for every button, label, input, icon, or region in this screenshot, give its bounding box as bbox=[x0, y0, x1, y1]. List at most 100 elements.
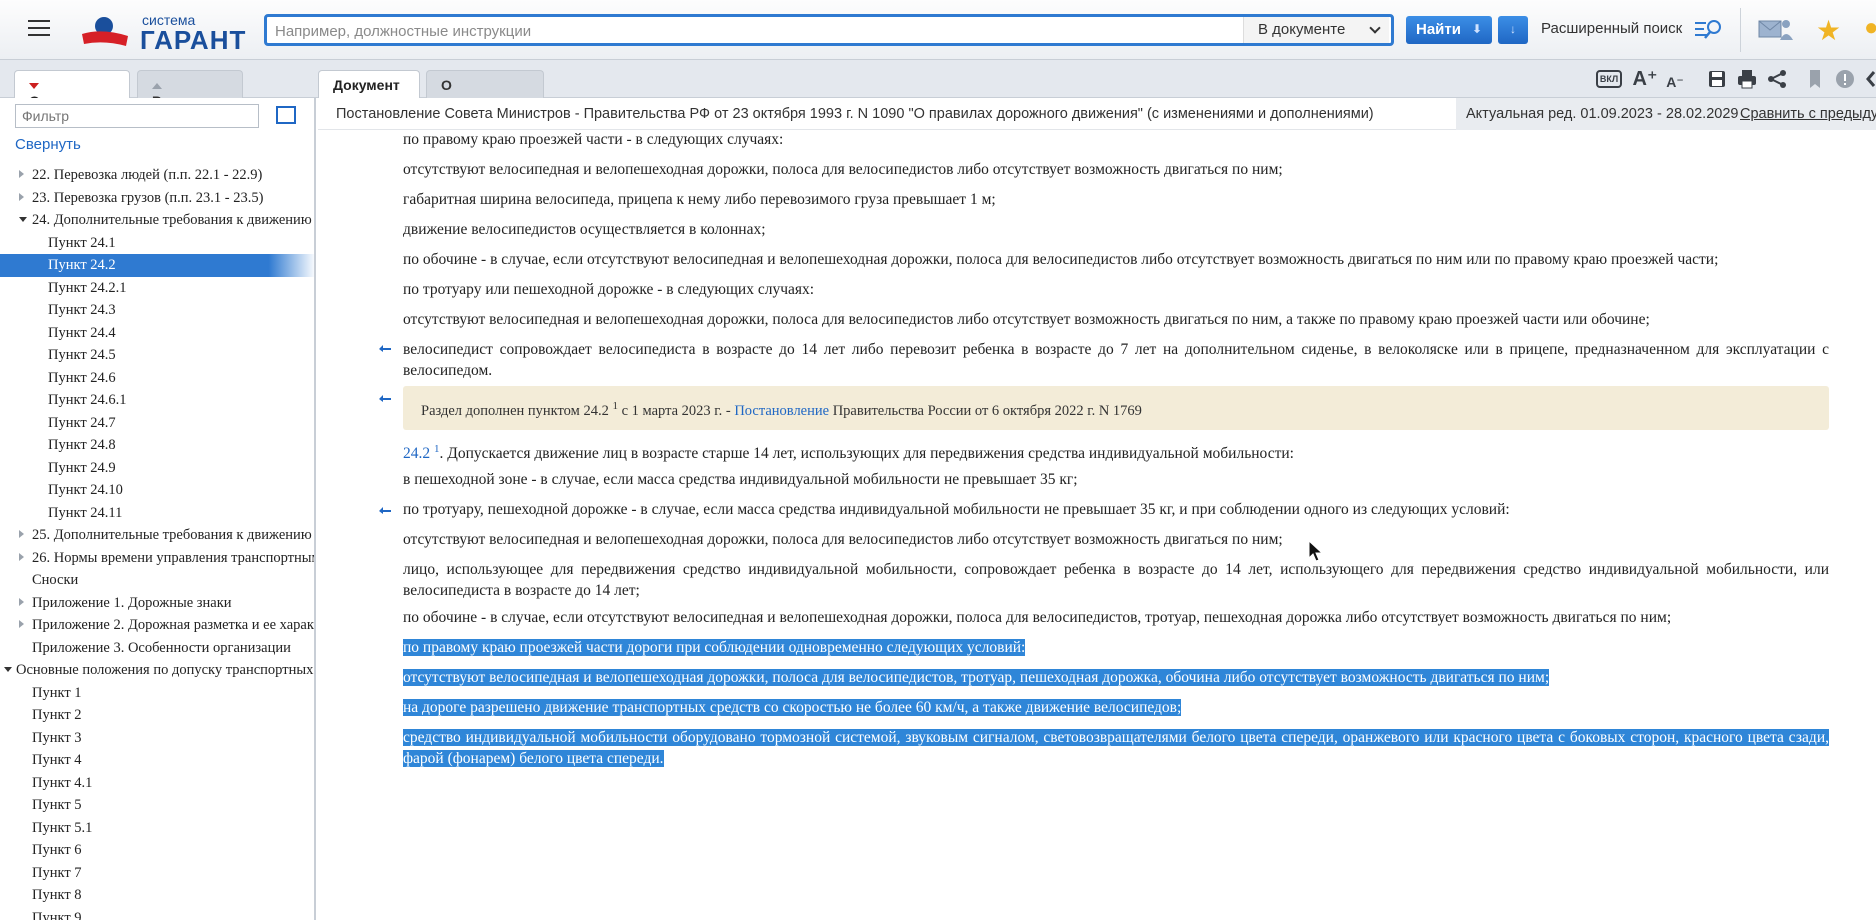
search-scope-select[interactable]: В документе bbox=[1243, 17, 1389, 43]
toc-item[interactable]: Пункт 24.2 bbox=[0, 254, 314, 277]
toc-sync-icon[interactable] bbox=[276, 106, 296, 124]
doc-paragraph: в пешеходной зоне - в случае, если масса… bbox=[403, 471, 1078, 488]
toc-item[interactable]: Пункт 24.11 bbox=[0, 502, 314, 525]
compare-link[interactable]: Сравнить с предыдущей bbox=[1740, 106, 1876, 122]
toc-item[interactable]: Пункт 24.3 bbox=[0, 299, 314, 322]
toc-item-label: 26. Нормы времени управления транспортны… bbox=[32, 549, 316, 566]
toc-item[interactable]: Пункт 24.1 bbox=[0, 232, 314, 255]
tabs-bar: Оглавление Редакции Документ О документе bbox=[0, 60, 1876, 109]
doc-paragraph: отсутствуют велосипедная и велопешеходна… bbox=[403, 311, 1650, 328]
info-icon[interactable] bbox=[1832, 66, 1858, 92]
garant-logo[interactable]: система ГАРАНТ bbox=[82, 10, 245, 55]
toc-item-label: Пункт 24.2.1 bbox=[48, 279, 127, 296]
toc-item[interactable]: Приложение 3. Особенности организации bbox=[0, 637, 314, 660]
toggle-button[interactable]: ВКЛ bbox=[1596, 70, 1622, 88]
mail-icon[interactable] bbox=[1758, 16, 1794, 42]
tab-editions[interactable]: Редакции bbox=[137, 70, 243, 109]
bookmark-icon[interactable] bbox=[1802, 66, 1828, 92]
find-button[interactable]: Найти ⬇ bbox=[1406, 16, 1492, 44]
toc-item-label: Пункт 24.5 bbox=[48, 347, 116, 363]
collapsed-arrow-icon[interactable] bbox=[19, 530, 24, 538]
toc-item-label: Пункт 24.1 bbox=[48, 234, 116, 251]
toc-item[interactable]: Пункт 24.8 bbox=[0, 434, 314, 457]
toc-item[interactable]: Приложение 1. Дорожные знаки bbox=[0, 592, 314, 615]
toc-item-label: Пункт 24.7 bbox=[48, 414, 116, 431]
change-mark-icon[interactable] bbox=[378, 505, 392, 515]
search-input[interactable] bbox=[275, 21, 1235, 41]
more-icon[interactable]: ● bbox=[1864, 14, 1876, 42]
toc-item[interactable]: Пункт 5.1 bbox=[0, 817, 314, 840]
toc-item[interactable]: 25. Дополнительные требования к движению… bbox=[0, 524, 314, 547]
advanced-search-icon[interactable] bbox=[1694, 18, 1724, 40]
toc-item-label: Пункт 24.2 bbox=[48, 257, 116, 273]
doc-paragraph: отсутствуют велосипедная и велопешеходна… bbox=[403, 531, 1283, 548]
favorites-star-icon[interactable]: ★ bbox=[1816, 14, 1841, 47]
toc-item[interactable]: Пункт 24.9 bbox=[0, 457, 314, 480]
toc-item[interactable]: Пункт 2 bbox=[0, 704, 314, 727]
collapsed-arrow-icon[interactable] bbox=[19, 552, 24, 561]
toc-item-label: Пункт 24.9 bbox=[48, 459, 116, 476]
toc-item[interactable]: 23. Перевозка грузов (п.п. 23.1 - 23.5) bbox=[0, 187, 314, 210]
save-icon[interactable] bbox=[1704, 66, 1730, 92]
point-number-link[interactable]: 24.2 1 bbox=[403, 443, 440, 462]
toc-item[interactable]: Сноски bbox=[0, 569, 314, 592]
share-icon[interactable] bbox=[1764, 66, 1790, 92]
menu-icon[interactable] bbox=[28, 20, 50, 38]
toc-item[interactable]: 24. Дополнительные требования к движению… bbox=[0, 209, 314, 232]
toc-item[interactable]: 22. Перевозка людей (п.п. 22.1 - 22.9) bbox=[0, 164, 314, 187]
collapsed-arrow-icon[interactable] bbox=[19, 192, 24, 201]
toc-item[interactable]: Пункт 24.10 bbox=[0, 479, 314, 502]
tab-about-document[interactable]: О документе bbox=[426, 70, 544, 109]
toc-item[interactable]: Приложение 2. Дорожная разметка и ее хар… bbox=[0, 614, 314, 637]
toc-item[interactable]: Пункт 8 bbox=[0, 884, 314, 907]
edition-label[interactable]: Актуальная ред. 01.09.2023 - 28.02.2029 bbox=[1466, 106, 1738, 122]
toc-item[interactable]: Пункт 24.2.1 bbox=[0, 277, 314, 300]
collapse-panel-icon[interactable] bbox=[1860, 66, 1876, 92]
toc-item[interactable]: Пункт 5 bbox=[0, 794, 314, 817]
toc-item[interactable]: Пункт 4 bbox=[0, 749, 314, 772]
expanded-arrow-icon[interactable] bbox=[19, 217, 27, 222]
advanced-search-link[interactable]: Расширенный поиск bbox=[1541, 20, 1682, 37]
toc-item-label: Пункт 9 bbox=[32, 909, 82, 920]
collapsed-arrow-icon[interactable] bbox=[19, 597, 24, 606]
toc-list: 22. Перевозка людей (п.п. 22.1 - 22.9) 23… bbox=[0, 164, 316, 920]
toc-item[interactable]: Пункт 3 bbox=[0, 727, 314, 750]
toc-item[interactable]: Пункт 6 bbox=[0, 839, 314, 862]
toc-item-label: Пункт 1 bbox=[32, 684, 82, 701]
note-resolution-link[interactable]: Постановление bbox=[734, 403, 829, 419]
toc-item[interactable]: Пункт 24.6 bbox=[0, 367, 314, 390]
toc-item[interactable]: Пункт 1 bbox=[0, 682, 314, 705]
print-icon[interactable] bbox=[1734, 66, 1760, 92]
toc-item[interactable]: Основные положения по допуску транспортн… bbox=[0, 659, 314, 682]
toc-item[interactable]: Пункт 4.1 bbox=[0, 772, 314, 795]
font-increase-button[interactable]: A⁺ bbox=[1632, 66, 1658, 92]
toc-item[interactable]: Пункт 24.5 bbox=[0, 344, 314, 367]
change-mark-icon[interactable] bbox=[378, 343, 392, 353]
toc-item-label: 22. Перевозка людей (п.п. 22.1 - 22.9) bbox=[32, 167, 263, 183]
toc-filter-input[interactable] bbox=[15, 104, 259, 128]
tab-contents[interactable]: Оглавление bbox=[14, 70, 130, 109]
change-mark-icon[interactable] bbox=[378, 393, 392, 403]
toc-item-label: Пункт 5.1 bbox=[32, 819, 93, 836]
top-header: система ГАРАНТ В документе Найти ⬇ ↓ Рас… bbox=[0, 0, 1876, 60]
collapse-link[interactable]: Свернуть bbox=[15, 136, 81, 153]
edition-box: Актуальная ред. 01.09.2023 - 28.02.2029 … bbox=[1456, 98, 1876, 130]
toc-item[interactable]: Пункт 24.4 bbox=[0, 322, 314, 345]
toc-item-label: Пункт 24.8 bbox=[48, 437, 116, 453]
toc-item[interactable]: Пункт 9 bbox=[0, 907, 314, 920]
font-decrease-button[interactable]: A⁻ bbox=[1662, 69, 1688, 95]
tab-document[interactable]: Документ bbox=[318, 70, 420, 98]
collapsed-arrow-icon[interactable] bbox=[19, 170, 24, 178]
toc-item[interactable]: 26. Нормы времени управления транспортны… bbox=[0, 547, 316, 570]
toc-item[interactable]: Пункт 24.7 bbox=[0, 412, 314, 435]
document-title-bar: Постановление Совета Министров - Правите… bbox=[318, 98, 1876, 130]
find-options-button[interactable]: ↓ bbox=[1498, 16, 1528, 44]
find-options-label: ↓ bbox=[1510, 22, 1516, 36]
toc-item-label: Пункт 24.6.1 bbox=[48, 392, 127, 408]
toc-item[interactable]: Пункт 24.6.1 bbox=[0, 389, 314, 412]
collapsed-arrow-icon[interactable] bbox=[19, 620, 24, 628]
toc-item-label: Сноски bbox=[32, 572, 79, 588]
toc-item[interactable]: Пункт 7 bbox=[0, 862, 314, 885]
expanded-arrow-icon[interactable] bbox=[4, 667, 12, 672]
toc-item-label: Пункт 24.6 bbox=[48, 369, 116, 386]
